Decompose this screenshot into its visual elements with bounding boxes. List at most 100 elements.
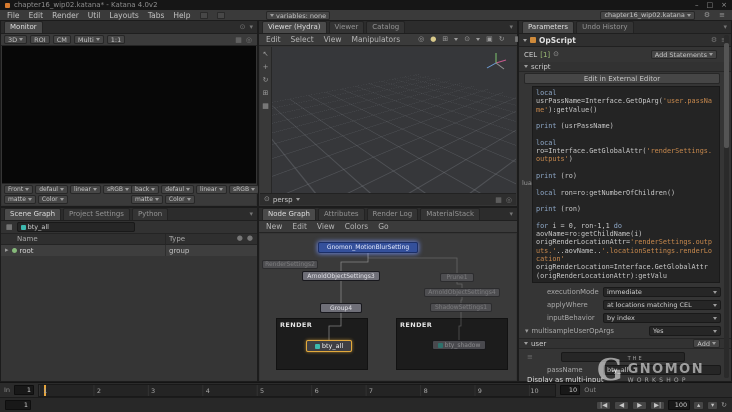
- node-arnoldobjectsettings3[interactable]: ArnoldObjectSettings3: [302, 271, 380, 281]
- menu-render[interactable]: Render: [52, 11, 79, 20]
- increment-down-button[interactable]: ▾: [707, 400, 719, 410]
- collapse-icon[interactable]: [523, 38, 527, 42]
- eye-icon[interactable]: ⊙: [264, 196, 270, 203]
- tab-project-settings[interactable]: Project Settings: [63, 208, 130, 220]
- in-frame-field[interactable]: 1: [14, 385, 35, 395]
- gear-icon[interactable]: ⚙: [704, 11, 710, 19]
- grid-tool-icon[interactable]: ▦: [262, 103, 269, 110]
- minimize-button[interactable]: –: [695, 1, 699, 9]
- viewer-menu-manipulators[interactable]: Manipulators: [351, 35, 400, 44]
- node-rendersettings2[interactable]: RenderSettings2: [262, 260, 318, 269]
- tab-menu-icon[interactable]: ▾: [509, 23, 513, 31]
- monitor-image-area[interactable]: [2, 46, 256, 183]
- monitor-ratio-button[interactable]: 1:1: [106, 35, 126, 44]
- node-shadowsettings[interactable]: ShadowSettings1: [430, 303, 492, 312]
- tab-menu-icon[interactable]: ▾: [249, 23, 253, 31]
- front-buffer-dropdown[interactable]: Front: [4, 185, 34, 194]
- back-srgb-dropdown[interactable]: sRGB: [229, 185, 260, 194]
- variables-dropdown[interactable]: variables: none: [266, 11, 331, 20]
- back-color-dropdown[interactable]: Color: [164, 195, 195, 204]
- opscript-code[interactable]: local usrPassName=Interface.GetOpArg('us…: [532, 86, 720, 283]
- front-color-dropdown[interactable]: Color: [37, 195, 68, 204]
- node-arnoldobjectsettings4[interactable]: ArnoldObjectSettings4: [424, 288, 500, 297]
- node-render-bty-shadow[interactable]: bty_shadow: [432, 340, 486, 350]
- close-button[interactable]: ×: [721, 1, 727, 9]
- tab-undo-history[interactable]: Undo History: [576, 21, 634, 33]
- node-name-field[interactable]: OpScript: [539, 36, 576, 45]
- back-matte-dropdown[interactable]: matte: [131, 195, 163, 204]
- inputBehavior-dropdown[interactable]: by index: [603, 313, 721, 323]
- front-linear-dropdown[interactable]: linear: [69, 185, 101, 194]
- menu-edit[interactable]: Edit: [29, 11, 44, 20]
- grid-icon[interactable]: ▦: [495, 196, 502, 204]
- tab-catalog[interactable]: Catalog: [366, 21, 406, 33]
- target-icon[interactable]: ◎: [506, 196, 512, 204]
- executionMode-dropdown[interactable]: immediate: [603, 287, 721, 297]
- multisample-dropdown[interactable]: Yes: [649, 326, 721, 336]
- snap-dropdown-icon[interactable]: ⊞: [442, 36, 448, 43]
- node-prune1[interactable]: Prune1: [440, 273, 474, 282]
- current-frame-field[interactable]: 1: [5, 400, 31, 410]
- viewer-menu-edit[interactable]: Edit: [266, 35, 281, 44]
- viewer-menu-view[interactable]: View: [324, 35, 342, 44]
- shading-sphere-icon[interactable]: ●: [430, 36, 436, 43]
- step-forward-button[interactable]: ▶|: [650, 400, 666, 410]
- script-language-label[interactable]: lua: [522, 179, 532, 187]
- tab-monitor[interactable]: Monitor: [4, 21, 43, 33]
- ng-menu-edit[interactable]: Edit: [292, 222, 307, 231]
- user-param-field[interactable]: [561, 352, 685, 362]
- menu-help[interactable]: Help: [173, 11, 190, 20]
- out-frame-field[interactable]: 10: [560, 385, 581, 395]
- play-button[interactable]: ▶: [632, 400, 648, 410]
- toolbar-icon[interactable]: [216, 11, 225, 19]
- expand-arrow-icon[interactable]: ▸: [5, 247, 9, 254]
- step-backward-button[interactable]: |◀: [596, 400, 612, 410]
- front-matte-dropdown[interactable]: matte: [4, 195, 36, 204]
- menu-util[interactable]: Util: [88, 11, 101, 20]
- tab-menu-icon[interactable]: ▾: [249, 210, 253, 218]
- menu-icon[interactable]: ≡: [719, 11, 725, 19]
- select-tool-icon[interactable]: ↖: [263, 51, 269, 58]
- user-section-header[interactable]: user Add: [519, 338, 731, 349]
- drag-handle-icon[interactable]: ≡: [527, 353, 533, 361]
- scrollbar-thumb[interactable]: [724, 43, 729, 148]
- monitor-cm-button[interactable]: CM: [52, 35, 71, 44]
- rotate-tool-icon[interactable]: ↻: [263, 77, 269, 84]
- tab-materialstack[interactable]: MaterialStack: [420, 208, 481, 220]
- monitor-3d-toggle[interactable]: 3D: [4, 35, 28, 44]
- node-group4[interactable]: Group4: [320, 303, 362, 313]
- expand-arrow-icon[interactable]: ▾: [525, 327, 529, 335]
- ng-menu-colors[interactable]: Colors: [345, 222, 369, 231]
- ng-menu-new[interactable]: New: [266, 222, 282, 231]
- tab-attributes[interactable]: Attributes: [317, 208, 365, 220]
- viewer-menu-select[interactable]: Select: [291, 35, 314, 44]
- tab-menu-icon[interactable]: ▾: [509, 210, 513, 218]
- camera-icon[interactable]: ▣: [486, 36, 493, 43]
- node-render-bty-all[interactable]: bty_all: [306, 340, 352, 352]
- back-default-dropdown[interactable]: defaul: [161, 185, 195, 194]
- target-icon[interactable]: ◎: [246, 36, 252, 44]
- scene-file-dropdown[interactable]: chapter16_wip02.katana: [600, 10, 695, 20]
- toolbar-icon[interactable]: [199, 11, 208, 19]
- node-gnomon-motionblursetting[interactable]: Gnomon_MotionBlurSetting: [318, 242, 418, 253]
- tab-scene-graph[interactable]: Scene Graph: [4, 208, 62, 220]
- passName-field[interactable]: bty_all: [603, 365, 721, 375]
- tab-parameters[interactable]: Parameters: [522, 21, 575, 33]
- refresh-icon[interactable]: ↻: [499, 36, 505, 43]
- menu-file[interactable]: File: [7, 11, 20, 20]
- back-linear-dropdown[interactable]: linear: [196, 185, 228, 194]
- frame-backward-button[interactable]: ◀: [614, 400, 630, 410]
- loop-icon[interactable]: ↻: [721, 401, 727, 409]
- script-section-header[interactable]: script: [519, 62, 731, 72]
- working-set-icon[interactable]: ▦: [6, 223, 13, 231]
- scenegraph-row-root[interactable]: ▸ root group: [1, 245, 257, 256]
- column-name[interactable]: Name: [17, 235, 38, 243]
- menu-layouts[interactable]: Layouts: [109, 11, 138, 20]
- nodegraph-canvas[interactable]: RENDER RENDER Gnomon_MotionBlurSetting R…: [260, 234, 516, 380]
- eye-icon[interactable]: ⊙: [240, 23, 246, 31]
- tab-viewer[interactable]: Viewer: [328, 21, 365, 33]
- gear-icon[interactable]: ⚙: [711, 36, 717, 44]
- monitor-multi-dropdown[interactable]: Multi: [73, 35, 104, 44]
- tab-render-log[interactable]: Render Log: [366, 208, 419, 220]
- scale-tool-icon[interactable]: ⊞: [263, 90, 269, 97]
